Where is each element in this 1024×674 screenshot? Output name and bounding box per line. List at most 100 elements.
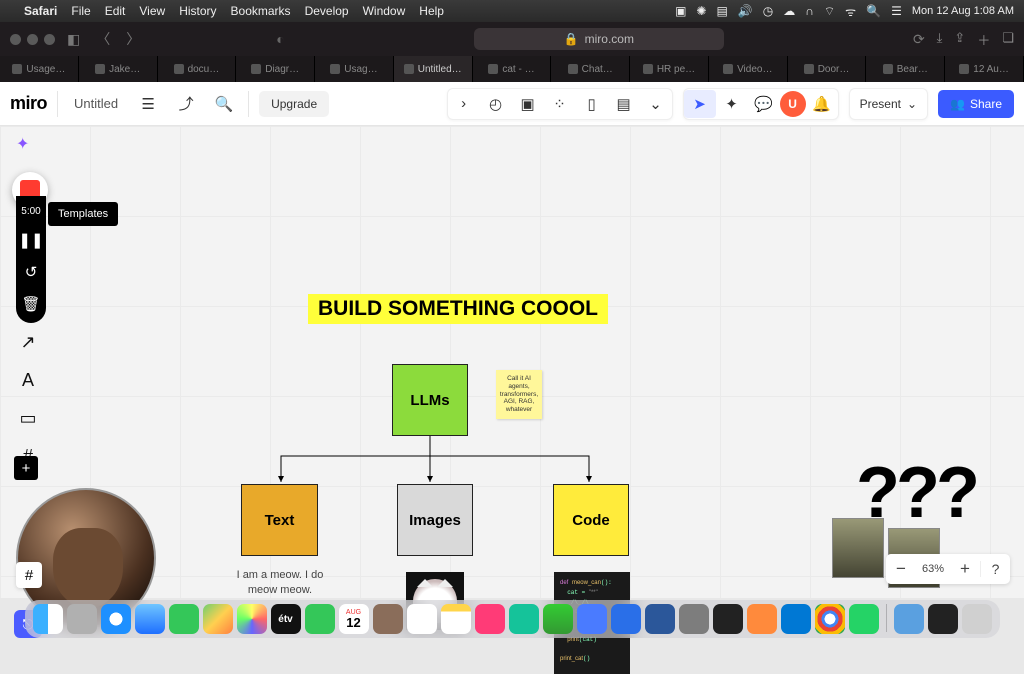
address-bar[interactable]: 🔒 miro.com [474,28,724,50]
miro-canvas[interactable]: BUILD SOMETHING COOOL LLMs Call it AI ag… [0,126,1024,598]
dock-mail-icon[interactable] [135,604,165,634]
dock-numbers-icon[interactable] [543,604,573,634]
tab-10[interactable]: Door… [788,56,867,82]
node-text[interactable]: Text [241,484,318,556]
zoom-window-icon[interactable] [44,34,55,45]
settings-icon[interactable]: ✺ [696,4,706,18]
dock-folder-icon[interactable] [894,604,924,634]
window-controls[interactable] [10,34,55,45]
menu-view[interactable]: View [139,4,165,18]
menubar-app[interactable]: Safari [24,4,57,18]
wifi-icon[interactable]: ᯤ [845,3,856,20]
dock-whatsapp-icon[interactable] [849,604,879,634]
tab-12[interactable]: 12 Au… [945,56,1024,82]
menu-help[interactable]: Help [419,4,444,18]
notes-icon[interactable]: ▤ [608,90,640,118]
frame-icon[interactable]: ▯ [576,90,608,118]
timer-icon[interactable]: ◴ [480,90,512,118]
dock-chrome-icon[interactable] [815,604,845,634]
ai-sparkle-icon[interactable]: ✦ [16,134,29,154]
comment-tool-icon[interactable]: ▭ [16,406,40,430]
tab-0[interactable]: Usage… [0,56,79,82]
bt-icon[interactable]: ⌔ [824,4,835,19]
diagram-title[interactable]: BUILD SOMETHING COOOL [308,294,608,324]
search-icon[interactable]: 🔍 [210,90,238,118]
dock-app-icon[interactable] [67,604,97,634]
menu-bookmarks[interactable]: Bookmarks [231,4,291,18]
zoom-value[interactable]: 63% [916,563,950,575]
list-icon[interactable]: ▤ [716,4,727,18]
dock-facetime-icon[interactable] [305,604,335,634]
miro-logo[interactable]: miro [10,93,47,114]
menubar-clock[interactable]: Mon 12 Aug 1:08 AM [912,5,1014,17]
menu-edit[interactable]: Edit [105,4,126,18]
volume-icon[interactable]: 🔊 [738,4,753,18]
tab-3[interactable]: Diagr… [236,56,315,82]
back-button[interactable]: 〈 [92,29,114,49]
dock-appstore-icon[interactable] [611,604,641,634]
cloud-icon[interactable]: ☁ [783,4,795,18]
node-llms[interactable]: LLMs [392,364,468,436]
tab-8[interactable]: HR pe… [630,56,709,82]
dock-reminders-icon[interactable] [407,604,437,634]
menu-window[interactable]: Window [363,4,406,18]
more-icon[interactable]: ⌄ [640,90,672,118]
dock-app-icon[interactable] [747,604,777,634]
arrow-tool-icon[interactable]: ↗ [16,330,40,354]
dock-messages-icon[interactable] [169,604,199,634]
reload-button[interactable]: ⟳ [909,31,929,48]
fit-view-button[interactable]: # [16,562,42,588]
cast-icon[interactable]: ▣ [675,4,686,18]
tab-9[interactable]: Video… [709,56,788,82]
dock-finder-icon[interactable] [33,604,63,634]
hamburger-icon[interactable]: ☰ [134,90,162,118]
clock-icon[interactable]: ◷ [763,4,773,18]
dock-safari-icon[interactable] [101,604,131,634]
dock-music-icon[interactable] [475,604,505,634]
trash-icon[interactable]: 🗑 [21,295,40,313]
new-tab-icon[interactable]: ＋ [977,30,990,49]
tab-6[interactable]: cat - … [473,56,552,82]
dock-keynote-icon[interactable] [577,604,607,634]
cursor-icon[interactable]: ➤ [684,90,716,118]
screen-icon[interactable]: ▣ [512,90,544,118]
board-title[interactable]: Untitled [68,96,124,111]
zoom-out-button[interactable]: − [886,559,916,579]
sticky-note[interactable]: Call it AI agents, transformers, AGI, RA… [496,370,542,419]
tabs-icon[interactable]: ❏ [1002,30,1014,49]
chevron-right-icon[interactable]: › [448,90,480,118]
download-icon[interactable]: ⤓ [937,30,943,49]
tab-7[interactable]: Chat… [551,56,630,82]
control-center-icon[interactable]: ☰ [891,4,902,18]
dock-trash-icon[interactable] [962,604,992,634]
help-button[interactable]: ? [980,561,1010,577]
share-button[interactable]: 👥 Share [938,90,1014,118]
dock-vscode-icon[interactable] [781,604,811,634]
menu-history[interactable]: History [179,4,216,18]
shield-icon[interactable]: ◐ [272,31,288,47]
dock-notes-icon[interactable] [441,604,471,634]
dock-calendar-icon[interactable]: AUG12 [339,604,369,634]
minimize-window-icon[interactable] [27,34,38,45]
pause-icon[interactable]: ❚❚ [18,231,43,249]
upgrade-button[interactable]: Upgrade [259,91,329,117]
dock-prefs-icon[interactable] [679,604,709,634]
add-tool-button[interactable]: + [14,456,38,480]
dock-word-icon[interactable] [645,604,675,634]
menu-file[interactable]: File [71,4,90,18]
restart-icon[interactable]: ↺ [25,263,38,281]
search-icon[interactable]: 🔍 [866,4,881,18]
share-icon[interactable]: ⇪ [954,30,965,49]
focus-icon[interactable]: ⁘ [544,90,576,118]
tab-1[interactable]: Jake… [79,56,158,82]
text-caption[interactable]: I am a meow. I do meow meow. [230,568,330,599]
dock-rave-icon[interactable] [713,604,743,634]
tab-2[interactable]: docu… [158,56,237,82]
dock-tv-icon[interactable]: étv [271,604,301,634]
dock-photos-icon[interactable] [237,604,267,634]
zoom-in-button[interactable]: + [950,559,980,579]
menu-develop[interactable]: Develop [305,4,349,18]
thumbnail[interactable] [832,518,884,578]
dock-terminal-icon[interactable] [928,604,958,634]
node-code[interactable]: Code [553,484,629,556]
